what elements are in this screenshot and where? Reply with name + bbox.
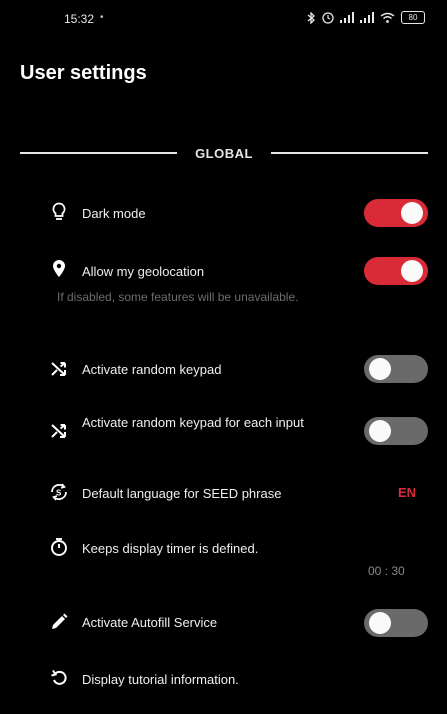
status-bar: 15:32 • 80 [0, 0, 447, 38]
section-header-global: GLOBAL [20, 143, 429, 163]
location-pin-icon [48, 258, 70, 280]
autofill-toggle[interactable] [364, 609, 428, 637]
dark-mode-toggle[interactable] [364, 199, 428, 227]
setting-random-keypad[interactable]: Activate random keypad [0, 352, 447, 386]
setting-geolocation[interactable]: Allow my geolocation If disabled, some f… [0, 254, 447, 324]
battery-icon: 80 [401, 11, 425, 24]
setting-label: Allow my geolocation [82, 264, 205, 279]
random-keypad-toggle[interactable] [364, 355, 428, 383]
pencil-icon [48, 611, 70, 633]
replay-icon [48, 667, 70, 689]
setting-label: Activate Autofill Service [82, 615, 218, 630]
toggle-knob [401, 260, 423, 282]
setting-seed-language[interactable]: S Default language for SEED phrase EN [0, 478, 447, 508]
signal-icon [360, 12, 374, 23]
timer-icon [48, 536, 70, 558]
toggle-knob [369, 358, 391, 380]
toggle-knob [369, 612, 391, 634]
lightbulb-icon [48, 201, 70, 223]
status-indicator: • [100, 12, 104, 23]
setting-label: Default language for SEED phrase [82, 486, 282, 501]
setting-label: Activate random keypad [82, 362, 222, 377]
shuffle-icon [48, 420, 70, 442]
setting-display-timer[interactable]: Keeps display timer is defined. 00 : 30 [0, 534, 447, 584]
status-icons: 80 [307, 11, 425, 24]
setting-label: Dark mode [82, 206, 146, 221]
page-title: User settings [20, 62, 147, 84]
alarm-icon [322, 11, 334, 24]
divider [20, 152, 178, 154]
setting-label: Activate random keypad for each input [82, 415, 304, 430]
bluetooth-icon [307, 11, 315, 24]
divider [270, 152, 429, 154]
svg-text:S: S [56, 489, 62, 498]
status-time: 15:32 [64, 12, 95, 26]
translate-icon: S [48, 481, 70, 503]
wifi-icon [380, 12, 395, 23]
setting-label: Display tutorial information. [82, 672, 239, 687]
section-title: GLOBAL [195, 145, 253, 161]
geolocation-toggle[interactable] [364, 257, 428, 285]
signal-icon [340, 12, 354, 23]
setting-subtitle: If disabled, some features will be unava… [57, 290, 299, 304]
display-timer-value[interactable]: 00 : 30 [368, 564, 405, 578]
battery-level: 80 [408, 13, 418, 22]
setting-dark-mode[interactable]: Dark mode [0, 196, 447, 230]
setting-tutorial[interactable]: Display tutorial information. [0, 664, 447, 694]
setting-random-keypad-each-input[interactable]: Activate random keypad for each input [0, 408, 447, 454]
setting-autofill[interactable]: Activate Autofill Service [0, 606, 447, 640]
random-keypad-each-input-toggle[interactable] [364, 417, 428, 445]
shuffle-icon [48, 358, 70, 380]
seed-language-value[interactable]: EN [398, 485, 416, 500]
setting-label: Keeps display timer is defined. [82, 541, 259, 556]
toggle-knob [369, 420, 391, 442]
toggle-knob [401, 202, 423, 224]
